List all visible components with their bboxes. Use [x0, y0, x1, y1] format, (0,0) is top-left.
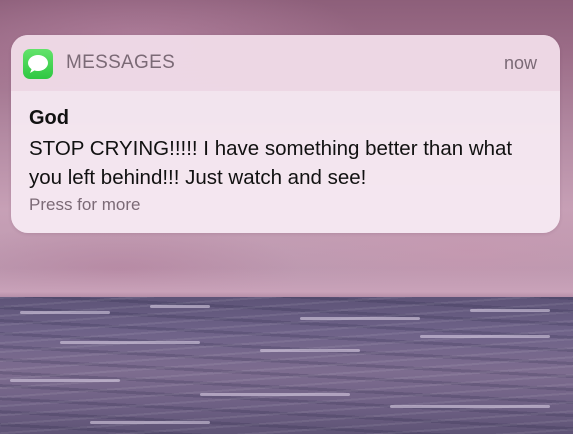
notification-header: MESSAGES now: [11, 35, 560, 91]
timestamp: now: [503, 53, 537, 73]
sender-name: God: [29, 107, 69, 129]
messages-icon: [23, 49, 53, 79]
ocean: [0, 297, 573, 434]
app-name: MESSAGES: [66, 52, 176, 73]
notification-card[interactable]: MESSAGES now God STOP CRYING!!!!! I have…: [11, 35, 560, 233]
press-for-more-hint: Press for more: [29, 195, 141, 214]
message-body: STOP CRYING!!!!! I have something better…: [29, 137, 513, 189]
